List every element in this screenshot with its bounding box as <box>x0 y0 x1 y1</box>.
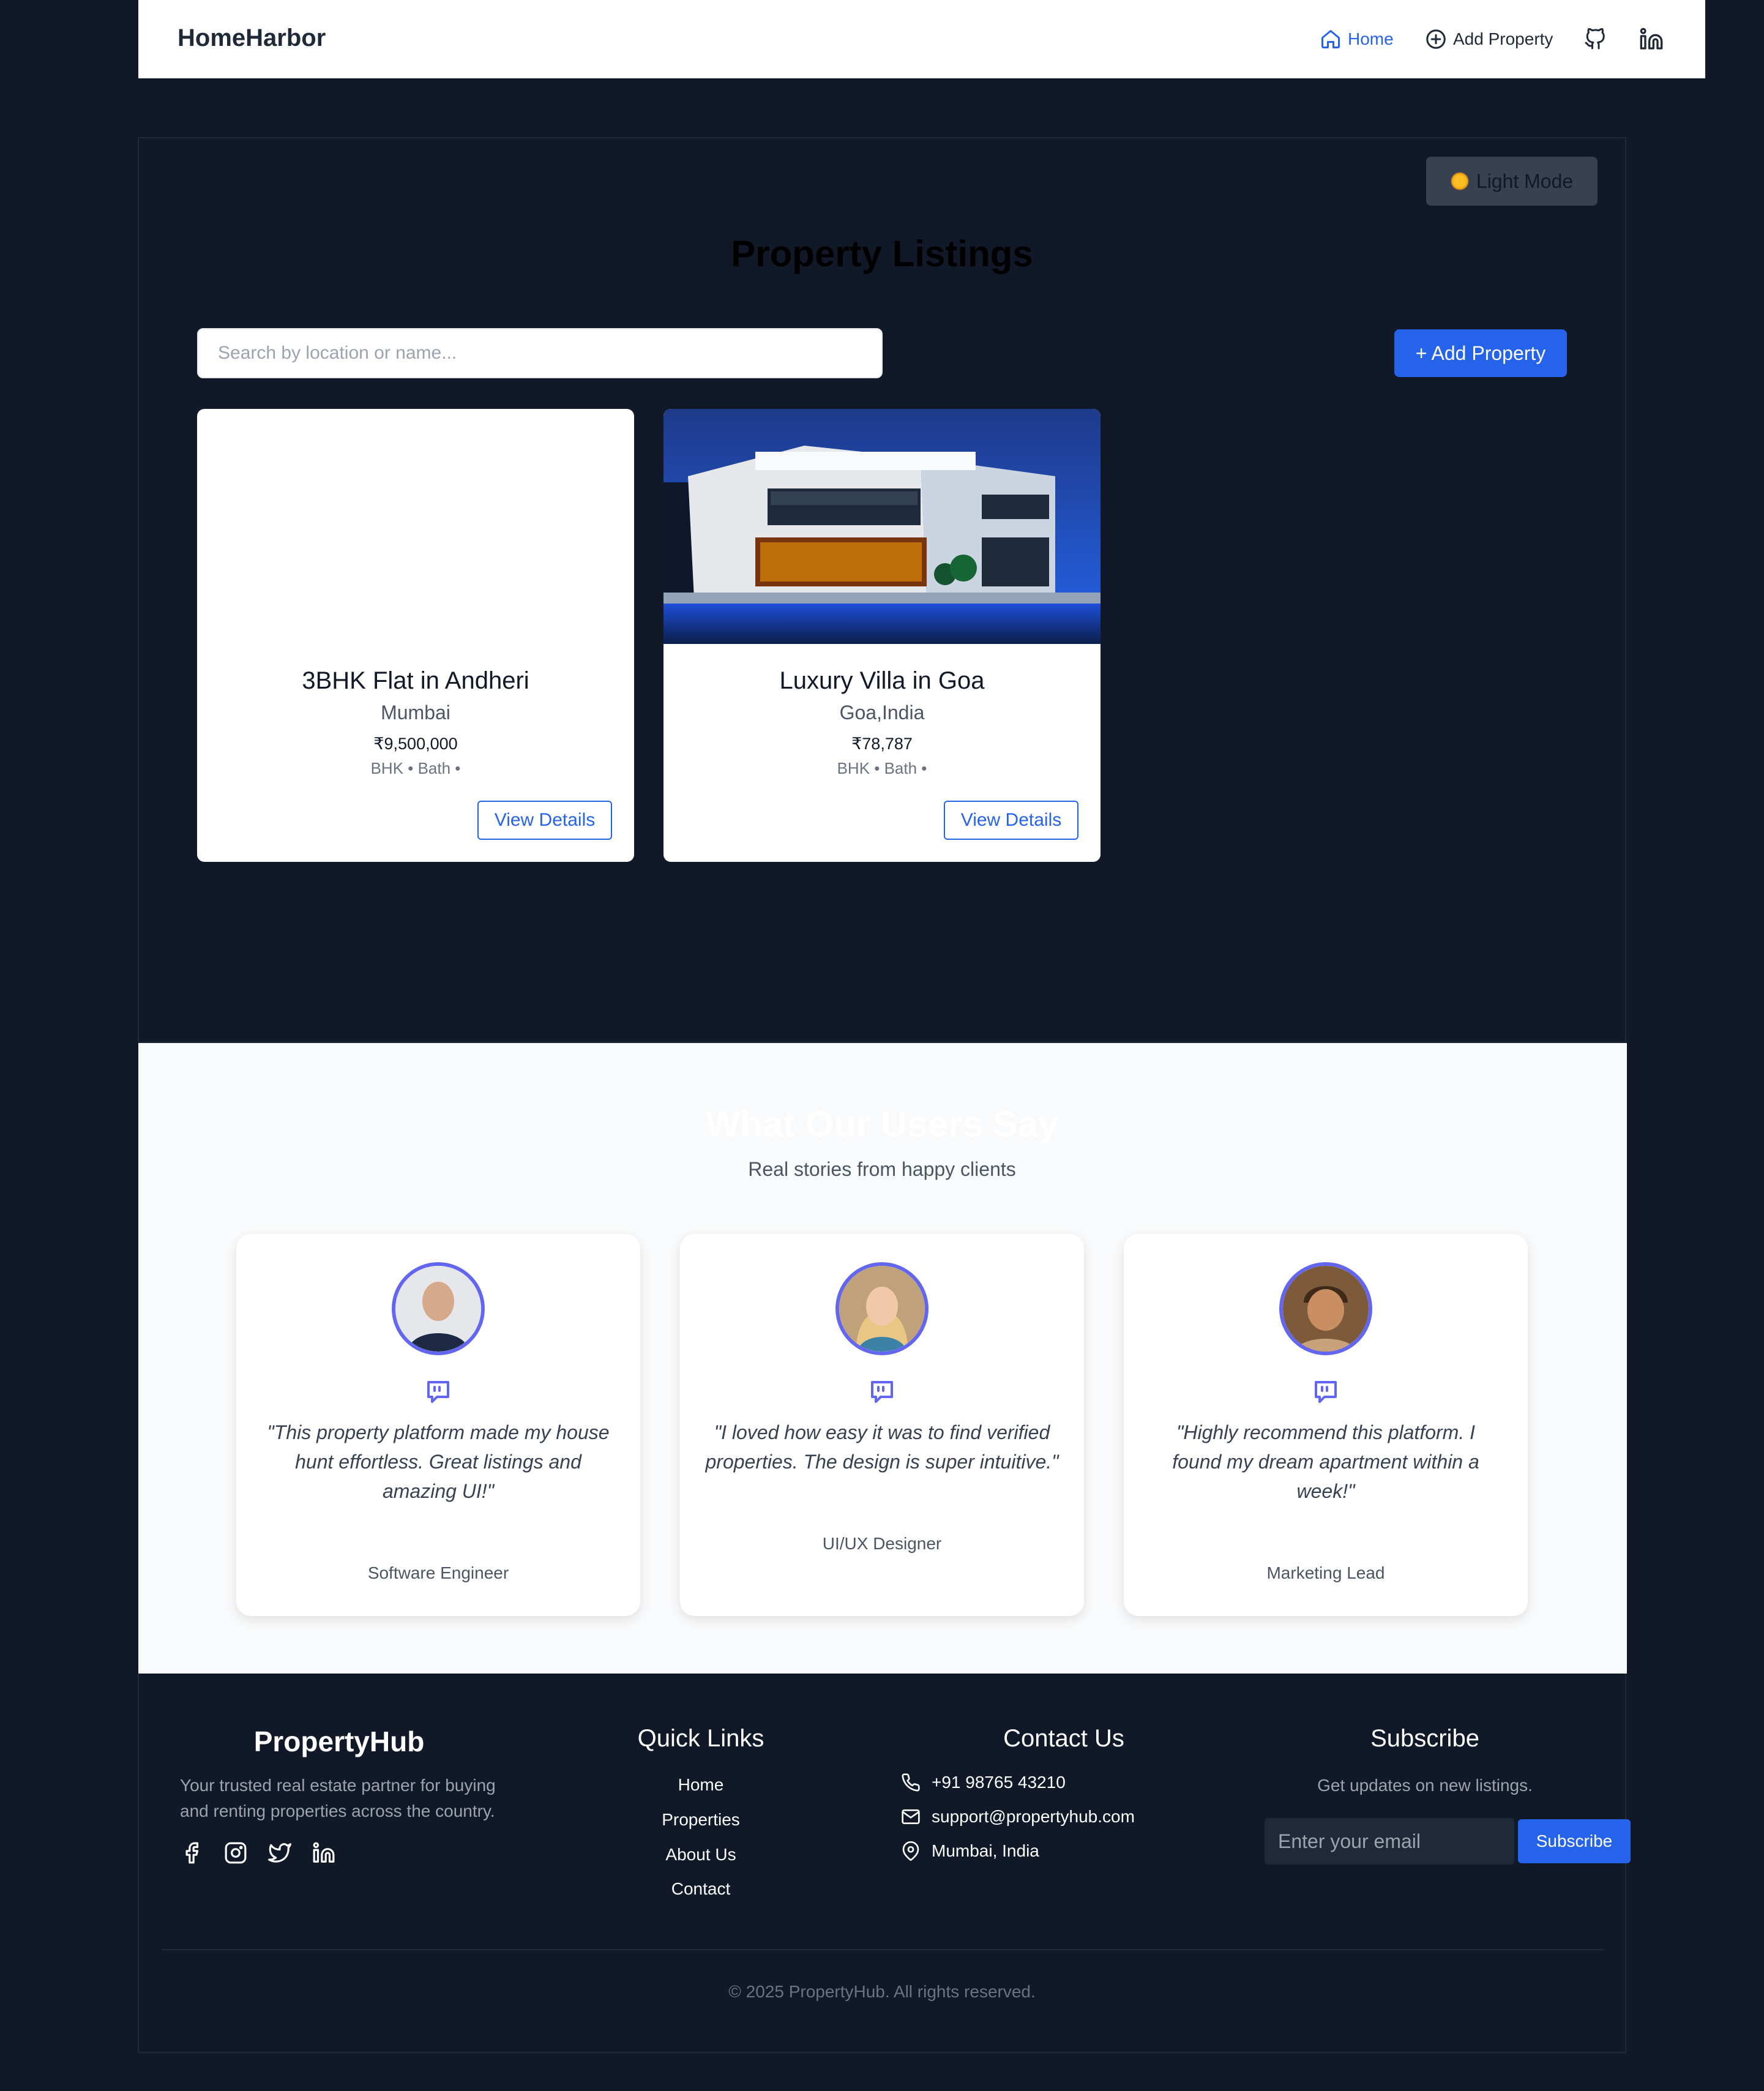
phone-icon <box>901 1773 921 1792</box>
property-title: 3BHK Flat in Andheri <box>302 667 529 694</box>
subscribe-text: Get updates on new listings. <box>1317 1776 1533 1795</box>
footer-link-home[interactable]: Home <box>578 1775 823 1795</box>
github-icon <box>1584 28 1606 50</box>
search-input[interactable] <box>197 328 883 378</box>
property-location: Goa,India <box>839 701 925 724</box>
avatar <box>835 1262 929 1355</box>
view-details-button[interactable]: View Details <box>944 801 1078 840</box>
twitter-icon[interactable] <box>268 1841 291 1865</box>
property-price: ₹9,500,000 <box>373 735 458 753</box>
quote-icon <box>1311 1377 1340 1407</box>
github-link[interactable] <box>1584 24 1606 54</box>
theme-toggle-label: Light Mode <box>1476 170 1574 192</box>
instagram-icon[interactable] <box>224 1841 247 1865</box>
linkedin-link[interactable] <box>1639 24 1664 54</box>
map-pin-icon <box>901 1841 921 1861</box>
linkedin-icon[interactable] <box>312 1841 335 1865</box>
subscribe-heading: Subscribe <box>1370 1725 1479 1752</box>
contact-heading: Contact Us <box>1003 1725 1124 1752</box>
testimonial-quote: "I loved how easy it was to find verifie… <box>705 1421 1059 1473</box>
contact-address-text: Mumbai, India <box>932 1841 1039 1860</box>
mail-icon <box>901 1807 921 1827</box>
nav-home[interactable]: Home <box>1320 24 1394 54</box>
property-meta: BHK • Bath • <box>837 759 927 777</box>
home-icon <box>1320 28 1342 50</box>
page-title: Property Listings <box>731 233 1033 274</box>
footer-link-about[interactable]: About Us <box>578 1845 823 1865</box>
nav-home-label: Home <box>1348 29 1394 48</box>
social-links <box>180 1841 335 1865</box>
testimonial-card: "I loved how easy it was to find verifie… <box>680 1234 1084 1616</box>
quote-icon <box>867 1377 897 1407</box>
contact-phone: +91 98765 43210 <box>901 1773 1066 1792</box>
footer-link-contact[interactable]: Contact <box>578 1879 823 1899</box>
property-card <box>197 409 634 862</box>
copyright: © 2025 PropertyHub. All rights reserved. <box>728 1982 1036 2001</box>
testimonial-role: Marketing Lead <box>1266 1563 1385 1582</box>
property-card <box>663 409 1101 862</box>
nav-add-property-label: Add Property <box>1453 29 1553 48</box>
quote-icon <box>424 1377 453 1407</box>
testimonial-quote: "Highly recommend this platform. I found… <box>1172 1421 1479 1502</box>
quick-links-heading: Quick Links <box>637 1725 764 1752</box>
add-property-button[interactable]: + Add Property <box>1394 329 1567 377</box>
nav-add-property[interactable]: Add Property <box>1425 24 1553 54</box>
contact-address: Mumbai, India <box>901 1841 1039 1861</box>
testimonial-role: UI/UX Designer <box>822 1534 942 1553</box>
theme-toggle-button[interactable]: Light Mode <box>1426 157 1598 206</box>
property-meta: BHK • Bath • <box>370 759 461 777</box>
linkedin-icon <box>1639 27 1664 51</box>
contact-email: support@propertyhub.com <box>901 1807 1135 1827</box>
subscribe-button[interactable]: Subscribe <box>1518 1819 1631 1863</box>
footer-tagline: Your trusted real estate partner for buy… <box>180 1776 496 1820</box>
facebook-icon[interactable] <box>180 1841 203 1865</box>
testimonials-subtitle: Real stories from happy clients <box>748 1158 1016 1180</box>
subscribe-email-input[interactable] <box>1265 1818 1514 1865</box>
brand-logo[interactable]: HomeHarbor <box>178 24 326 52</box>
property-price: ₹78,787 <box>851 735 913 753</box>
footer-link-properties[interactable]: Properties <box>578 1810 823 1830</box>
view-details-button[interactable]: View Details <box>477 801 612 840</box>
contact-email-text[interactable]: support@propertyhub.com <box>932 1807 1135 1827</box>
avatar <box>1279 1262 1372 1355</box>
footer-brand: PropertyHub <box>253 1726 425 1757</box>
footer-divider <box>162 1949 1604 1950</box>
testimonial-card: "Highly recommend this platform. I found… <box>1124 1234 1528 1616</box>
testimonial-role: Software Engineer <box>367 1563 509 1582</box>
testimonial-quote: "This property platform made my house hu… <box>267 1421 610 1502</box>
plus-circle-icon <box>1425 28 1447 50</box>
property-title: Luxury Villa in Goa <box>779 667 985 694</box>
property-image <box>663 409 1101 644</box>
sun-icon <box>1450 172 1469 190</box>
avatar <box>392 1262 485 1355</box>
testimonial-card: "This property platform made my house hu… <box>236 1234 640 1616</box>
testimonials-title: What Our Users Say <box>705 1104 1059 1145</box>
contact-phone-text: +91 98765 43210 <box>932 1773 1066 1792</box>
navbar: HomeHarbor Home Add Property <box>138 0 1705 78</box>
property-location: Mumbai <box>381 701 450 724</box>
